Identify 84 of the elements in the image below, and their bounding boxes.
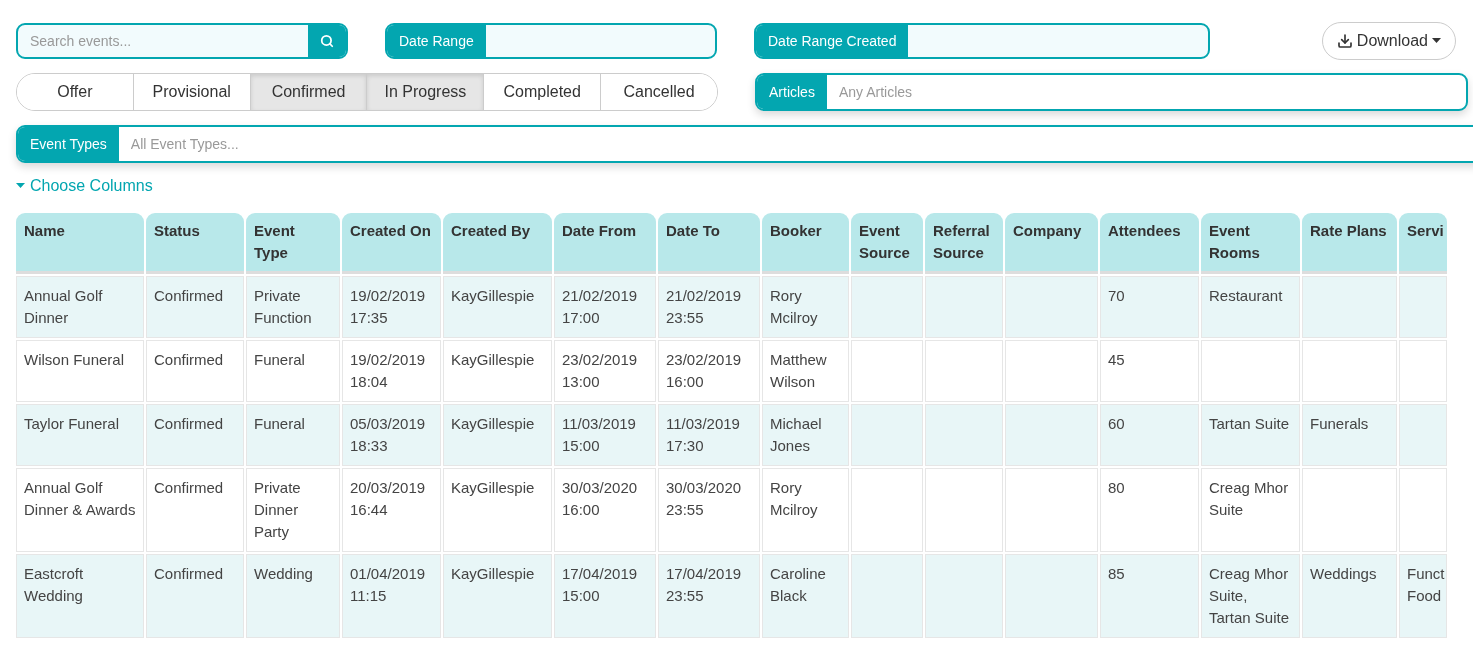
column-header[interactable]: Company <box>1005 213 1098 274</box>
search-button[interactable] <box>308 25 346 57</box>
table-cell: Confirmed <box>146 404 244 466</box>
table-cell: Private Dinner Party <box>246 468 340 552</box>
table-cell: Creag Mhor Suite, Tartan Suite <box>1201 554 1300 638</box>
table-cell: 85 <box>1100 554 1199 638</box>
table-cell: 60 <box>1100 404 1199 466</box>
table-cell: 30/03/2020 16:00 <box>554 468 656 552</box>
column-header[interactable]: Servi <box>1399 213 1447 274</box>
column-header[interactable]: Rate Plans <box>1302 213 1397 274</box>
articles-label: Articles <box>757 75 827 109</box>
column-header[interactable]: Created By <box>443 213 552 274</box>
table-cell: Private Function <box>246 276 340 338</box>
table-cell: Tartan Suite <box>1201 404 1300 466</box>
download-icon <box>1336 33 1353 49</box>
table-cell: KayGillespie <box>443 468 552 552</box>
event-types-input[interactable]: All Event Types... <box>118 127 1473 161</box>
table-cell: KayGillespie <box>443 554 552 638</box>
table-cell: Matthew Wilson <box>762 340 849 402</box>
status-filter-tab[interactable]: In Progress <box>366 74 484 110</box>
table-cell: 45 <box>1100 340 1199 402</box>
table-cell: Rory Mcilroy <box>762 276 849 338</box>
table-cell: 23/02/2019 13:00 <box>554 340 656 402</box>
table-cell: 21/02/2019 17:00 <box>554 276 656 338</box>
table-cell: Rory Mcilroy <box>762 468 849 552</box>
table-cell: Creag Mhor Suite <box>1201 468 1300 552</box>
download-button[interactable]: Download <box>1321 22 1456 60</box>
table-cell: 19/02/2019 17:35 <box>342 276 441 338</box>
table-cell: 23/02/2019 16:00 <box>658 340 760 402</box>
search-icon <box>320 34 334 48</box>
table-cell: Wilson Funeral <box>16 340 144 402</box>
table-cell: 17/04/2019 15:00 <box>554 554 656 638</box>
table-cell: Funeral <box>246 340 340 402</box>
status-filter-tab[interactable]: Confirmed <box>249 74 367 110</box>
table-cell: Taylor Funeral <box>16 404 144 466</box>
caret-icon <box>16 183 25 189</box>
table-cell: Confirmed <box>146 276 244 338</box>
articles-input[interactable]: Any Articles <box>826 75 1466 109</box>
table-cell: KayGillespie <box>443 404 552 466</box>
table-cell: Funeral <box>246 404 340 466</box>
table-cell: 20/03/2019 16:44 <box>342 468 441 552</box>
date-range-label: Date Range <box>387 25 486 57</box>
column-header[interactable]: Status <box>146 213 244 274</box>
table-cell: 21/02/2019 23:55 <box>658 276 760 338</box>
table-cell: Confirmed <box>146 554 244 638</box>
table-cell: Funerals <box>1302 404 1397 466</box>
column-header[interactable]: Created On <box>342 213 441 274</box>
column-header[interactable]: Name <box>16 213 144 274</box>
table-cell: Annual Golf Dinner <box>16 276 144 338</box>
table-cell: Restaurant <box>1201 276 1300 338</box>
table-cell: 17/04/2019 23:55 <box>658 554 760 638</box>
search-field[interactable]: Search events... <box>16 23 348 59</box>
search-input[interactable]: Search events... <box>18 25 308 57</box>
table-cell: Michael Jones <box>762 404 849 466</box>
column-header[interactable]: Date From <box>554 213 656 274</box>
table-cell: KayGillespie <box>443 276 552 338</box>
table-cell: Confirmed <box>146 340 244 402</box>
event-types-label: Event Types <box>18 127 119 161</box>
table-cell: Funct Food <box>1399 554 1447 638</box>
column-header[interactable]: Event Type <box>246 213 340 274</box>
table-cell: 01/04/2019 11:15 <box>342 554 441 638</box>
table-cell: 70 <box>1100 276 1199 338</box>
table-cell: 11/03/2019 15:00 <box>554 404 656 466</box>
column-header[interactable]: Attendees <box>1100 213 1199 274</box>
table-cell: 19/02/2019 18:04 <box>342 340 441 402</box>
column-header[interactable]: Booker <box>762 213 849 274</box>
column-header[interactable]: Event Source <box>851 213 923 274</box>
column-header[interactable]: Date To <box>658 213 760 274</box>
table-cell: 30/03/2020 23:55 <box>658 468 760 552</box>
column-header[interactable]: Referral Source <box>925 213 1003 274</box>
date-range-created-label: Date Range Created <box>756 25 909 57</box>
table-cell: 05/03/2019 18:33 <box>342 404 441 466</box>
table-cell: KayGillespie <box>443 340 552 402</box>
table-cell: Confirmed <box>146 468 244 552</box>
table-cell: 80 <box>1100 468 1199 552</box>
caret-icon <box>1432 38 1441 44</box>
column-header[interactable]: Event Rooms <box>1201 213 1300 274</box>
table-cell: Caroline Black <box>762 554 849 638</box>
status-filter-tab[interactable]: Cancelled <box>600 74 717 110</box>
table-cell: Annual Golf Dinner & Awards <box>16 468 144 552</box>
table-cell: Wedding <box>246 554 340 638</box>
table-cell: Eastcroft Wedding <box>16 554 144 638</box>
table-cell: 11/03/2019 17:30 <box>658 404 760 466</box>
table-cell: Weddings <box>1302 554 1397 638</box>
